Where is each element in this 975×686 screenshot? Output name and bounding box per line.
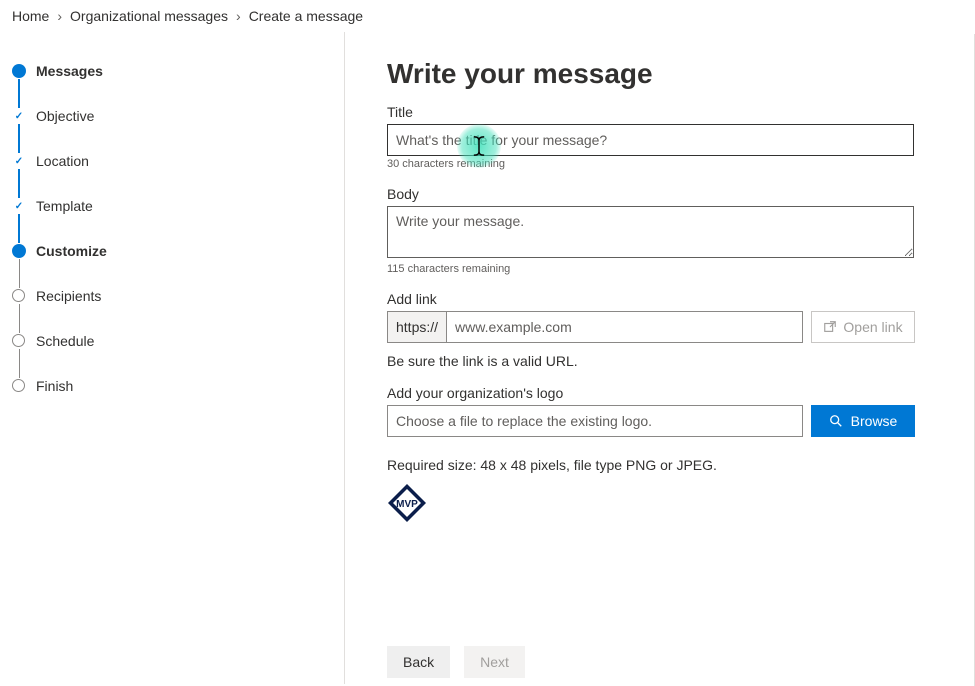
step-label: Objective	[36, 107, 94, 125]
chevron-right-icon: ›	[236, 8, 241, 24]
browse-label: Browse	[851, 413, 898, 429]
title-input[interactable]	[387, 124, 914, 156]
open-external-icon	[823, 320, 837, 334]
main-content: Write your message Title 30 characters r…	[345, 32, 975, 684]
open-link-label: Open link	[843, 319, 902, 335]
breadcrumb-org-messages[interactable]: Organizational messages	[70, 8, 228, 24]
chevron-right-icon: ›	[57, 8, 62, 24]
step-marker-check-icon	[12, 109, 26, 123]
step-messages[interactable]: Messages	[12, 62, 344, 107]
step-marker-active-icon	[12, 244, 26, 258]
step-customize[interactable]: Customize	[12, 242, 344, 287]
body-textarea[interactable]	[387, 206, 914, 258]
logo-requirement: Required size: 48 x 48 pixels, file type…	[387, 457, 925, 473]
search-icon	[829, 414, 843, 428]
step-objective[interactable]: Objective	[12, 107, 344, 152]
wizard-footer: Back Next	[387, 646, 525, 678]
step-label: Location	[36, 152, 89, 170]
step-label: Customize	[36, 242, 107, 260]
link-field-group: Add link https:// Open link	[387, 291, 925, 343]
body-label: Body	[387, 186, 925, 202]
title-field-group: Title 30 characters remaining	[387, 104, 925, 170]
step-marker-empty-icon	[12, 334, 25, 347]
svg-text:MVP: MVP	[396, 499, 418, 510]
next-button[interactable]: Next	[464, 646, 525, 678]
step-label: Finish	[36, 377, 73, 395]
page-title: Write your message	[387, 58, 925, 90]
step-finish[interactable]: Finish	[12, 377, 344, 422]
step-marker-empty-icon	[12, 289, 25, 302]
logo-label: Add your organization's logo	[387, 385, 925, 401]
step-label: Template	[36, 197, 93, 215]
title-label: Title	[387, 104, 925, 120]
link-input[interactable]	[446, 311, 803, 343]
body-helper: 115 characters remaining	[387, 263, 925, 275]
step-marker-empty-icon	[12, 379, 25, 392]
step-location[interactable]: Location	[12, 152, 344, 197]
step-template[interactable]: Template	[12, 197, 344, 242]
link-prefix: https://	[387, 311, 446, 343]
link-hint: Be sure the link is a valid URL.	[387, 353, 925, 369]
step-marker-check-icon	[12, 154, 26, 168]
title-helper: 30 characters remaining	[387, 158, 925, 170]
mvp-logo-icon: MVP	[387, 483, 427, 523]
step-label: Messages	[36, 62, 103, 80]
breadcrumb-current: Create a message	[249, 8, 363, 24]
link-label: Add link	[387, 291, 925, 307]
logo-preview: MVP	[387, 483, 427, 523]
wizard-steps: Messages Objective Location Template Cus	[0, 32, 345, 684]
step-marker-active-icon	[12, 64, 26, 78]
logo-field-group: Add your organization's logo Choose a fi…	[387, 385, 925, 437]
step-label: Recipients	[36, 287, 101, 305]
step-schedule[interactable]: Schedule	[12, 332, 344, 377]
step-marker-check-icon	[12, 199, 26, 213]
open-link-button[interactable]: Open link	[811, 311, 915, 343]
body-field-group: Body 115 characters remaining	[387, 186, 925, 275]
step-recipients[interactable]: Recipients	[12, 287, 344, 332]
browse-button[interactable]: Browse	[811, 405, 915, 437]
breadcrumb-home[interactable]: Home	[12, 8, 49, 24]
logo-file-input[interactable]: Choose a file to replace the existing lo…	[387, 405, 803, 437]
back-button[interactable]: Back	[387, 646, 450, 678]
step-label: Schedule	[36, 332, 94, 350]
breadcrumb: Home › Organizational messages › Create …	[0, 0, 975, 32]
